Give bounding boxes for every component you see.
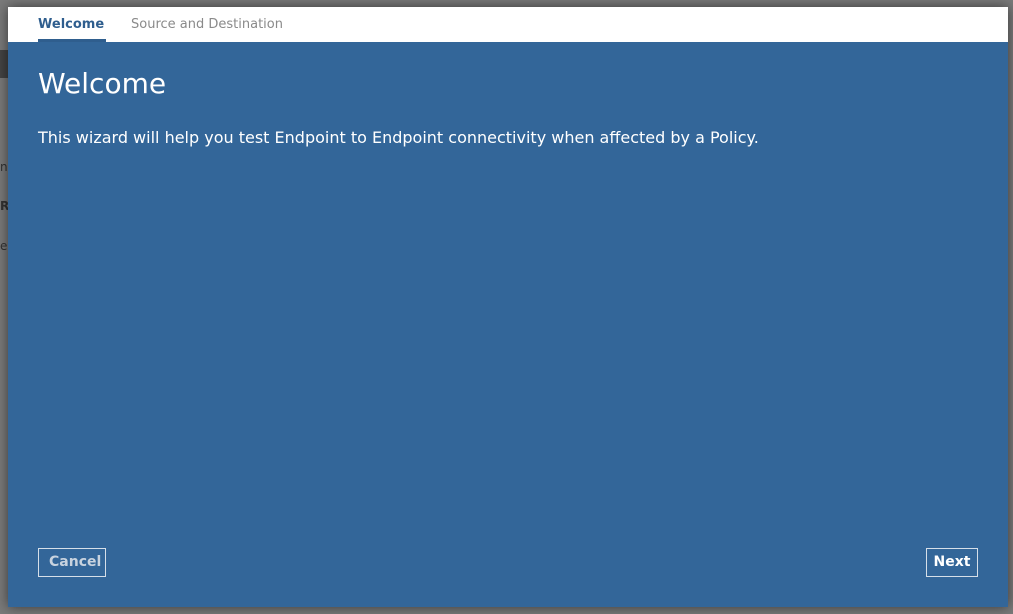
page-title: Welcome [38, 67, 167, 100]
background-text-fragment: e [0, 239, 8, 253]
cancel-button[interactable]: Cancel [38, 548, 106, 577]
next-button[interactable]: Next [926, 548, 978, 577]
tab-welcome[interactable]: Welcome [38, 17, 107, 42]
background-text-fragment: n [0, 160, 8, 174]
wizard-description: This wizard will help you test Endpoint … [38, 128, 759, 147]
wizard-tab-bar: Welcome Source and Destination [8, 7, 1008, 42]
wizard-dialog: Welcome Source and Destination Welcome T… [8, 7, 1008, 607]
background-toolbar [0, 50, 8, 78]
background-text-fragment: R [0, 199, 8, 213]
tab-source-and-destination[interactable]: Source and Destination [131, 17, 283, 42]
